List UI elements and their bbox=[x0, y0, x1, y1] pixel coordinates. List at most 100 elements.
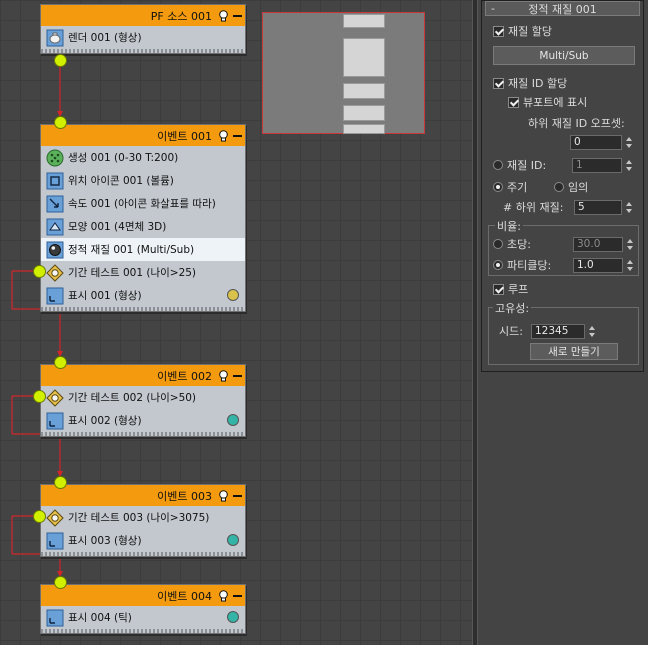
connection-port[interactable] bbox=[33, 390, 46, 403]
per-particle-field[interactable]: 1.0 bbox=[573, 257, 623, 273]
event-node[interactable]: 이벤트 004 표시 004 (틱) bbox=[40, 584, 246, 634]
node-header[interactable]: 이벤트 004 bbox=[41, 585, 245, 606]
connection-port[interactable] bbox=[33, 265, 46, 278]
assign-material-id-checkbox[interactable] bbox=[493, 77, 504, 89]
per-particle-spinner[interactable]: 1.0 bbox=[573, 257, 635, 273]
rollout-header[interactable]: - 정적 재질 001 bbox=[485, 1, 640, 16]
spinner-arrows-icon[interactable] bbox=[624, 200, 634, 215]
num-sub-materials-field[interactable]: 5 bbox=[574, 199, 622, 215]
node-header[interactable]: PF 소스 001 bbox=[41, 5, 245, 26]
rollout-collapse-icon[interactable]: - bbox=[486, 2, 500, 15]
particle-view-canvas[interactable]: PF 소스 001 렌더 001 (형상) 이벤트 001 생성 001 (0-30 … bbox=[0, 0, 472, 645]
spinner-arrows-icon[interactable] bbox=[624, 135, 634, 150]
display-color-swatch[interactable] bbox=[227, 289, 239, 301]
operator-row[interactable]: 표시 003 (형상) bbox=[41, 529, 245, 552]
operator-row[interactable]: 기간 테스트 003 (나이>3075) bbox=[41, 506, 245, 529]
viewport-material-block bbox=[343, 105, 385, 121]
lightbulb-icon[interactable] bbox=[218, 589, 229, 602]
connection-port[interactable] bbox=[54, 116, 67, 129]
static-material-rollout: - 정적 재질 001 재질 할당 Multi/Sub 재질 ID 할당 뷰포트… bbox=[481, 0, 644, 372]
per-second-row[interactable]: 초당: bbox=[493, 236, 531, 252]
operator-row[interactable]: 정적 재질 001 (Multi/Sub) bbox=[41, 238, 245, 261]
event-node[interactable]: 이벤트 002 기간 테스트 002 (나이>50) 표시 002 (형상) bbox=[40, 364, 246, 437]
per-second-radio[interactable] bbox=[493, 239, 503, 249]
node-header[interactable]: 이벤트 001 bbox=[41, 125, 245, 146]
display-color-swatch[interactable] bbox=[227, 534, 239, 546]
material-button[interactable]: Multi/Sub bbox=[493, 46, 635, 65]
operator-row[interactable]: 생성 001 (0-30 T:200) bbox=[41, 146, 245, 169]
operator-row[interactable]: 기간 테스트 001 (나이>25) bbox=[41, 261, 245, 284]
node-footer bbox=[41, 432, 245, 436]
assign-material-row[interactable]: 재질 할당 bbox=[493, 23, 552, 39]
loop-row[interactable]: 루프 bbox=[493, 281, 528, 297]
event-node[interactable]: 이벤트 003 기간 테스트 003 (나이>3075) 표시 003 (형상) bbox=[40, 484, 246, 557]
seed-spinner[interactable]: 12345 bbox=[531, 323, 597, 339]
operator-label: 기간 테스트 001 (나이>25) bbox=[68, 267, 197, 279]
operator-row[interactable]: 표시 001 (형상) bbox=[41, 284, 245, 307]
display-color-swatch[interactable] bbox=[227, 611, 239, 623]
material-id-field[interactable]: 1 bbox=[572, 157, 622, 173]
position-icon-icon bbox=[46, 172, 64, 190]
source-node[interactable]: PF 소스 001 렌더 001 (형상) bbox=[40, 4, 246, 54]
minimize-icon[interactable] bbox=[233, 374, 242, 377]
cycle-radio[interactable] bbox=[493, 182, 503, 192]
sub-id-offset-field[interactable]: 0 bbox=[570, 134, 622, 150]
per-second-field[interactable]: 30.0 bbox=[573, 236, 623, 252]
operator-row[interactable]: 표시 002 (형상) bbox=[41, 409, 245, 432]
loop-label: 루프 bbox=[508, 283, 529, 296]
show-in-viewport-row[interactable]: 뷰포트에 표시 bbox=[508, 94, 587, 110]
assign-material-id-row[interactable]: 재질 ID 할당 bbox=[493, 75, 567, 91]
operator-row[interactable]: 모양 001 (4면체 3D) bbox=[41, 215, 245, 238]
connection-port[interactable] bbox=[54, 576, 67, 589]
num-sub-materials-spinner[interactable]: 5 bbox=[574, 199, 634, 215]
new-seed-button[interactable]: 새로 만들기 bbox=[530, 343, 618, 360]
event-node[interactable]: 이벤트 001 생성 001 (0-30 T:200) 위치 아이콘 001 (볼륨… bbox=[40, 124, 246, 312]
panel-splitter[interactable] bbox=[472, 0, 478, 645]
operator-row[interactable]: 속도 001 (아이콘 화살표를 따라) bbox=[41, 192, 245, 215]
seed-field[interactable]: 12345 bbox=[531, 323, 585, 339]
operator-label: 표시 004 (틱) bbox=[68, 612, 132, 624]
display-color-swatch[interactable] bbox=[227, 414, 239, 426]
spinner-arrows-icon[interactable] bbox=[625, 237, 635, 252]
node-header[interactable]: 이벤트 002 bbox=[41, 365, 245, 386]
material-id-spinner[interactable]: 1 bbox=[572, 157, 634, 173]
operator-row[interactable]: 기간 테스트 002 (나이>50) bbox=[41, 386, 245, 409]
operator-label: 속도 001 (아이콘 화살표를 따라) bbox=[68, 198, 216, 210]
per-particle-radio[interactable] bbox=[493, 260, 503, 270]
operator-row[interactable]: 위치 아이콘 001 (볼륨) bbox=[41, 169, 245, 192]
operator-row[interactable]: 표시 004 (틱) bbox=[41, 606, 245, 629]
lightbulb-icon[interactable] bbox=[218, 489, 229, 502]
spinner-arrows-icon[interactable] bbox=[625, 258, 635, 273]
sub-id-offset-label: 하위 재질 ID 오프셋: bbox=[528, 117, 625, 130]
spinner-arrows-icon[interactable] bbox=[624, 158, 634, 173]
material-id-radio[interactable] bbox=[493, 160, 503, 170]
connection-port[interactable] bbox=[33, 510, 46, 523]
loop-checkbox[interactable] bbox=[493, 283, 504, 295]
per-particle-row[interactable]: 파티클당: bbox=[493, 257, 551, 273]
assign-material-checkbox[interactable] bbox=[493, 25, 504, 37]
lightbulb-icon[interactable] bbox=[218, 9, 229, 22]
minimize-icon[interactable] bbox=[233, 594, 242, 597]
node-header[interactable]: 이벤트 003 bbox=[41, 485, 245, 506]
lightbulb-icon[interactable] bbox=[218, 369, 229, 382]
operator-label: 정적 재질 001 (Multi/Sub) bbox=[68, 244, 195, 256]
random-radio[interactable] bbox=[554, 182, 564, 192]
node-title: 이벤트 003 bbox=[157, 489, 212, 503]
connection-port[interactable] bbox=[54, 54, 67, 67]
material-id-row[interactable]: 재질 ID: bbox=[493, 157, 546, 173]
cycle-row[interactable]: 주기 bbox=[493, 179, 527, 195]
minimize-icon[interactable] bbox=[233, 494, 242, 497]
teapot-render-icon bbox=[46, 29, 64, 47]
random-label: 임의 bbox=[568, 181, 589, 194]
per-second-spinner[interactable]: 30.0 bbox=[573, 236, 635, 252]
operator-row[interactable]: 렌더 001 (형상) bbox=[41, 26, 245, 49]
connection-port[interactable] bbox=[54, 356, 67, 369]
sub-id-offset-spinner[interactable]: 0 bbox=[570, 134, 634, 150]
random-row[interactable]: 임의 bbox=[554, 179, 588, 195]
minimize-icon[interactable] bbox=[233, 134, 242, 137]
lightbulb-icon[interactable] bbox=[218, 129, 229, 142]
show-in-viewport-checkbox[interactable] bbox=[508, 96, 519, 108]
minimize-icon[interactable] bbox=[233, 14, 242, 17]
spinner-arrows-icon[interactable] bbox=[587, 324, 597, 339]
connection-port[interactable] bbox=[54, 476, 67, 489]
